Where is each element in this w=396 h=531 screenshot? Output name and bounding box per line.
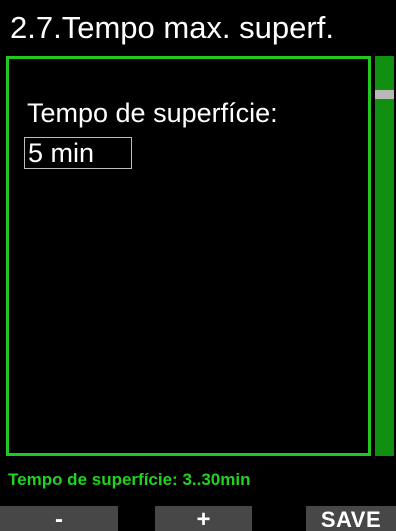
title-bar: 2.7.Tempo max. superf.: [0, 0, 396, 56]
increase-button[interactable]: +: [155, 506, 252, 531]
page-title: 2.7.Tempo max. superf.: [10, 10, 334, 45]
surface-time-value-field[interactable]: 5 min: [24, 137, 132, 169]
settings-panel: Tempo de superfície: 5 min: [6, 56, 371, 456]
save-button[interactable]: SAVE: [306, 506, 396, 531]
setting-label: Tempo de superfície:: [27, 98, 278, 128]
scrollbar-thumb[interactable]: [375, 90, 394, 99]
softkey-bar: - + SAVE: [0, 506, 396, 531]
scrollbar[interactable]: [375, 56, 394, 456]
range-hint: Tempo de superfície: 3..30min: [8, 470, 251, 489]
decrease-button[interactable]: -: [0, 506, 118, 531]
